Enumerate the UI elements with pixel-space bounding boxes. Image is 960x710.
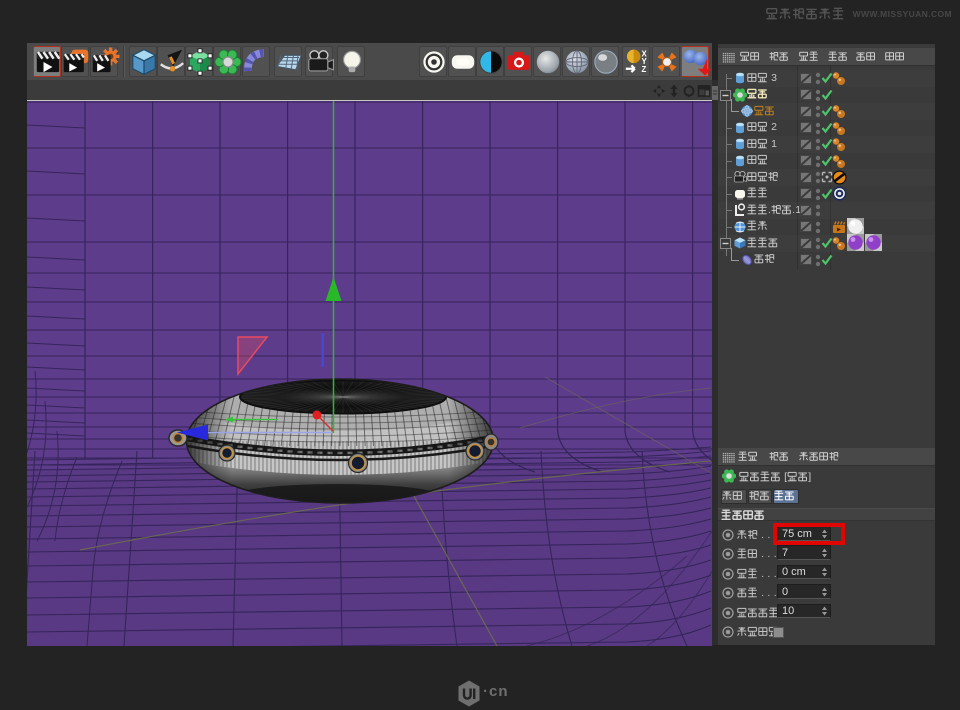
svg-text:.: . (767, 568, 770, 580)
svg-text:.: . (761, 529, 764, 541)
svg-text:.: . (768, 204, 771, 216)
svg-text:.: . (761, 587, 764, 599)
svg-text:.: . (761, 548, 764, 560)
svg-text:.: . (767, 587, 770, 599)
svg-text:.: . (761, 568, 764, 580)
svg-text:Z: Z (641, 65, 646, 74)
svg-text:.: . (767, 548, 770, 560)
svg-text:.: . (767, 529, 770, 541)
svg-text:3: 3 (771, 72, 777, 84)
svg-text:2: 2 (771, 121, 777, 133)
svg-text:]: ] (808, 471, 811, 483)
svg-text:[: [ (784, 471, 787, 483)
svg-text:1: 1 (771, 138, 777, 150)
